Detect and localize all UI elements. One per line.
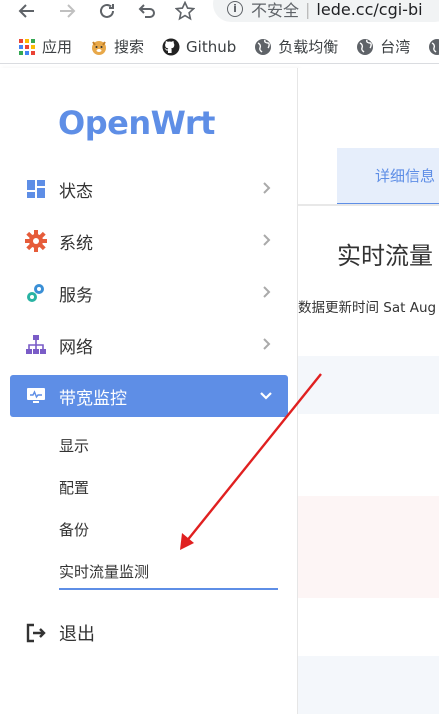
main-content: 详细信息 实时流量 数据更新时间 Sat Aug: [298, 68, 439, 714]
page-title: 实时流量: [337, 242, 433, 270]
reload-icon[interactable]: [94, 0, 120, 22]
globe-icon: [428, 38, 439, 56]
forward-arrow-icon[interactable]: [54, 0, 80, 22]
monitor-icon: [25, 385, 47, 407]
bookmark-taiwan[interactable]: 台湾: [356, 36, 410, 57]
sidebar-item-status[interactable]: 状态: [10, 168, 288, 210]
network-tree-icon: [25, 334, 47, 356]
bookmarks-bar: 应用 搜索 Github 负载均衡 台湾: [0, 30, 439, 64]
bookmark-label: 应用: [42, 38, 73, 56]
doge-icon: [90, 38, 108, 56]
update-time-text: 数据更新时间 Sat Aug: [298, 300, 437, 316]
undo-icon[interactable]: [134, 0, 160, 22]
browser-toolbar: i 不安全 | lede.cc/cgi-bi: [0, 0, 439, 26]
chevron-down-icon: [260, 392, 272, 400]
apps-grid-icon: [18, 38, 36, 56]
sidebar-item-system[interactable]: 系统: [10, 220, 288, 262]
bookmark-overflow[interactable]: [428, 38, 439, 56]
bookmark-label: 搜索: [114, 38, 145, 56]
submenu-item-backup[interactable]: 备份: [59, 519, 89, 540]
sidebar-item-bandwidth-monitor[interactable]: 带宽监控: [10, 375, 288, 417]
sidebar-item-network[interactable]: 网络: [10, 324, 288, 366]
cogs-icon: [25, 282, 47, 304]
sidebar-item-label: 网络: [59, 337, 93, 358]
tab-underline: [298, 204, 439, 206]
url-text: lede.cc/cgi-bi: [316, 0, 423, 19]
content-panel-alert: [298, 496, 439, 598]
openwrt-logo[interactable]: OpenWrt: [58, 104, 215, 142]
submenu-item-realtime-traffic[interactable]: 实时流量监测: [59, 561, 278, 590]
sidebar-item-label: 带宽监控: [59, 388, 127, 409]
chevron-right-icon: [263, 338, 271, 350]
info-icon[interactable]: i: [227, 1, 243, 17]
bookmark-star-icon[interactable]: [172, 0, 198, 22]
back-arrow-icon[interactable]: [14, 0, 40, 22]
chevron-right-icon: [263, 234, 271, 246]
chevron-right-icon: [263, 182, 271, 194]
bookmark-label: 台湾: [380, 38, 411, 56]
sidebar-item-label: 服务: [59, 285, 93, 306]
logout-label: 退出: [59, 624, 95, 645]
globe-icon: [254, 38, 272, 56]
bookmark-load-balance[interactable]: 负载均衡: [254, 36, 338, 57]
bookmark-label: Github: [186, 37, 237, 56]
submenu-item-display[interactable]: 显示: [59, 435, 89, 456]
page: OpenWrt 状态 系统 服务 网络 带宽监控 显示 配置 备份 实时流量监测…: [0, 68, 439, 714]
sidebar-item-services[interactable]: 服务: [10, 272, 288, 314]
github-icon: [162, 38, 180, 56]
address-bar[interactable]: i 不安全 | lede.cc/cgi-bi: [213, 0, 439, 22]
bookmark-apps[interactable]: 应用: [18, 36, 72, 57]
chevron-right-icon: [263, 286, 271, 298]
content-panel: [298, 656, 439, 714]
separator: |: [305, 0, 311, 19]
dashboard-icon: [25, 178, 47, 200]
logout-button[interactable]: 退出: [25, 620, 95, 646]
security-label: 不安全: [251, 1, 300, 20]
bookmark-search[interactable]: 搜索: [90, 36, 144, 57]
bookmark-github[interactable]: Github: [162, 38, 236, 56]
globe-icon: [356, 38, 374, 56]
gear-icon: [25, 230, 47, 252]
submenu-item-config[interactable]: 配置: [59, 477, 89, 498]
sidebar-item-label: 状态: [59, 181, 93, 202]
sidebar: OpenWrt 状态 系统 服务 网络 带宽监控 显示 配置 备份 实时流量监测…: [0, 68, 298, 714]
sidebar-item-label: 系统: [59, 233, 93, 254]
content-panel: [298, 356, 439, 414]
logout-icon: [26, 623, 46, 643]
bookmark-label: 负载均衡: [278, 38, 339, 56]
tab-details[interactable]: 详细信息: [337, 148, 439, 206]
